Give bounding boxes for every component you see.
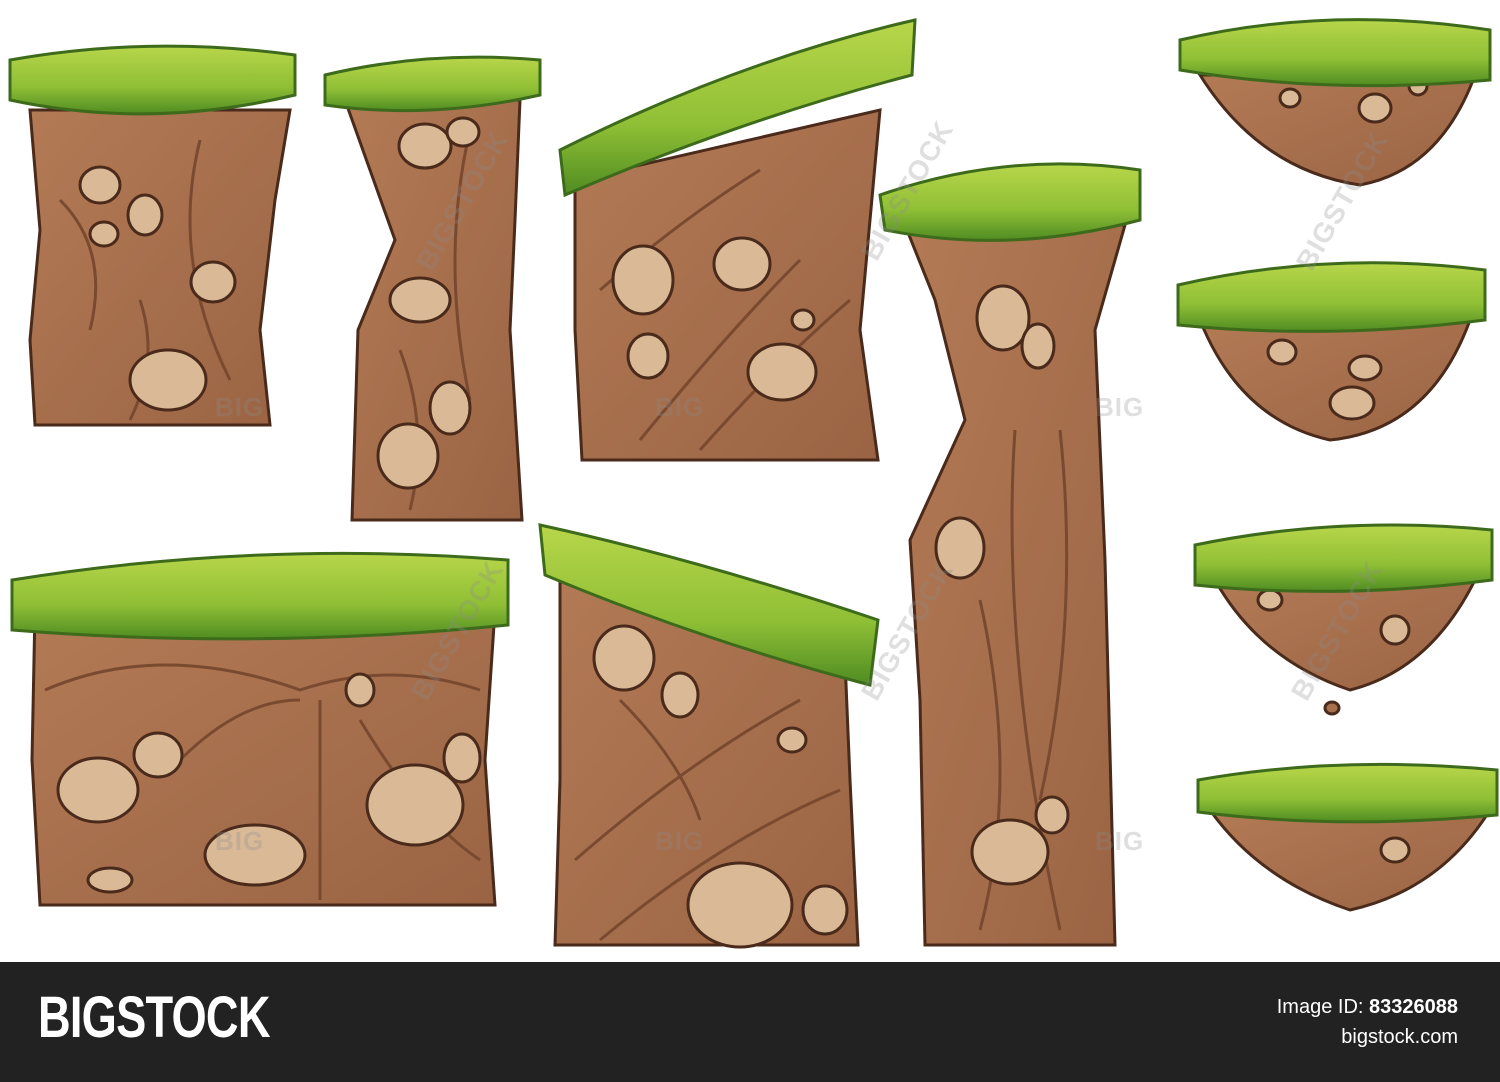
floating-island-1 bbox=[1178, 18, 1492, 187]
pillar-4 bbox=[878, 162, 1142, 947]
floating-island-4 bbox=[1196, 762, 1499, 912]
pillar-1 bbox=[8, 44, 297, 427]
asset-sheet: BIGSTOCK BIGSTOCK BIGSTOCK BIGSTOCK BIGS… bbox=[0, 0, 1500, 962]
pillar-5 bbox=[10, 551, 510, 907]
pillar-3 bbox=[558, 18, 917, 462]
pillar-2 bbox=[323, 55, 542, 522]
pillar-6 bbox=[538, 523, 880, 949]
image-id-value: 83326088 bbox=[1369, 996, 1458, 1018]
floating-island-3 bbox=[1193, 523, 1494, 716]
floating-island-2 bbox=[1176, 261, 1487, 442]
platform-artwork bbox=[8, 18, 1499, 949]
brand-logo: BIGSTOCK bbox=[38, 985, 271, 1050]
site-link[interactable]: bigstock.com bbox=[1277, 1022, 1458, 1052]
image-id-label: Image ID: bbox=[1276, 996, 1364, 1018]
footer-bar: BIGSTOCK Image ID: 83326088 bigstock.com bbox=[0, 962, 1500, 1082]
image-info: Image ID: 83326088 bigstock.com bbox=[1277, 992, 1458, 1052]
